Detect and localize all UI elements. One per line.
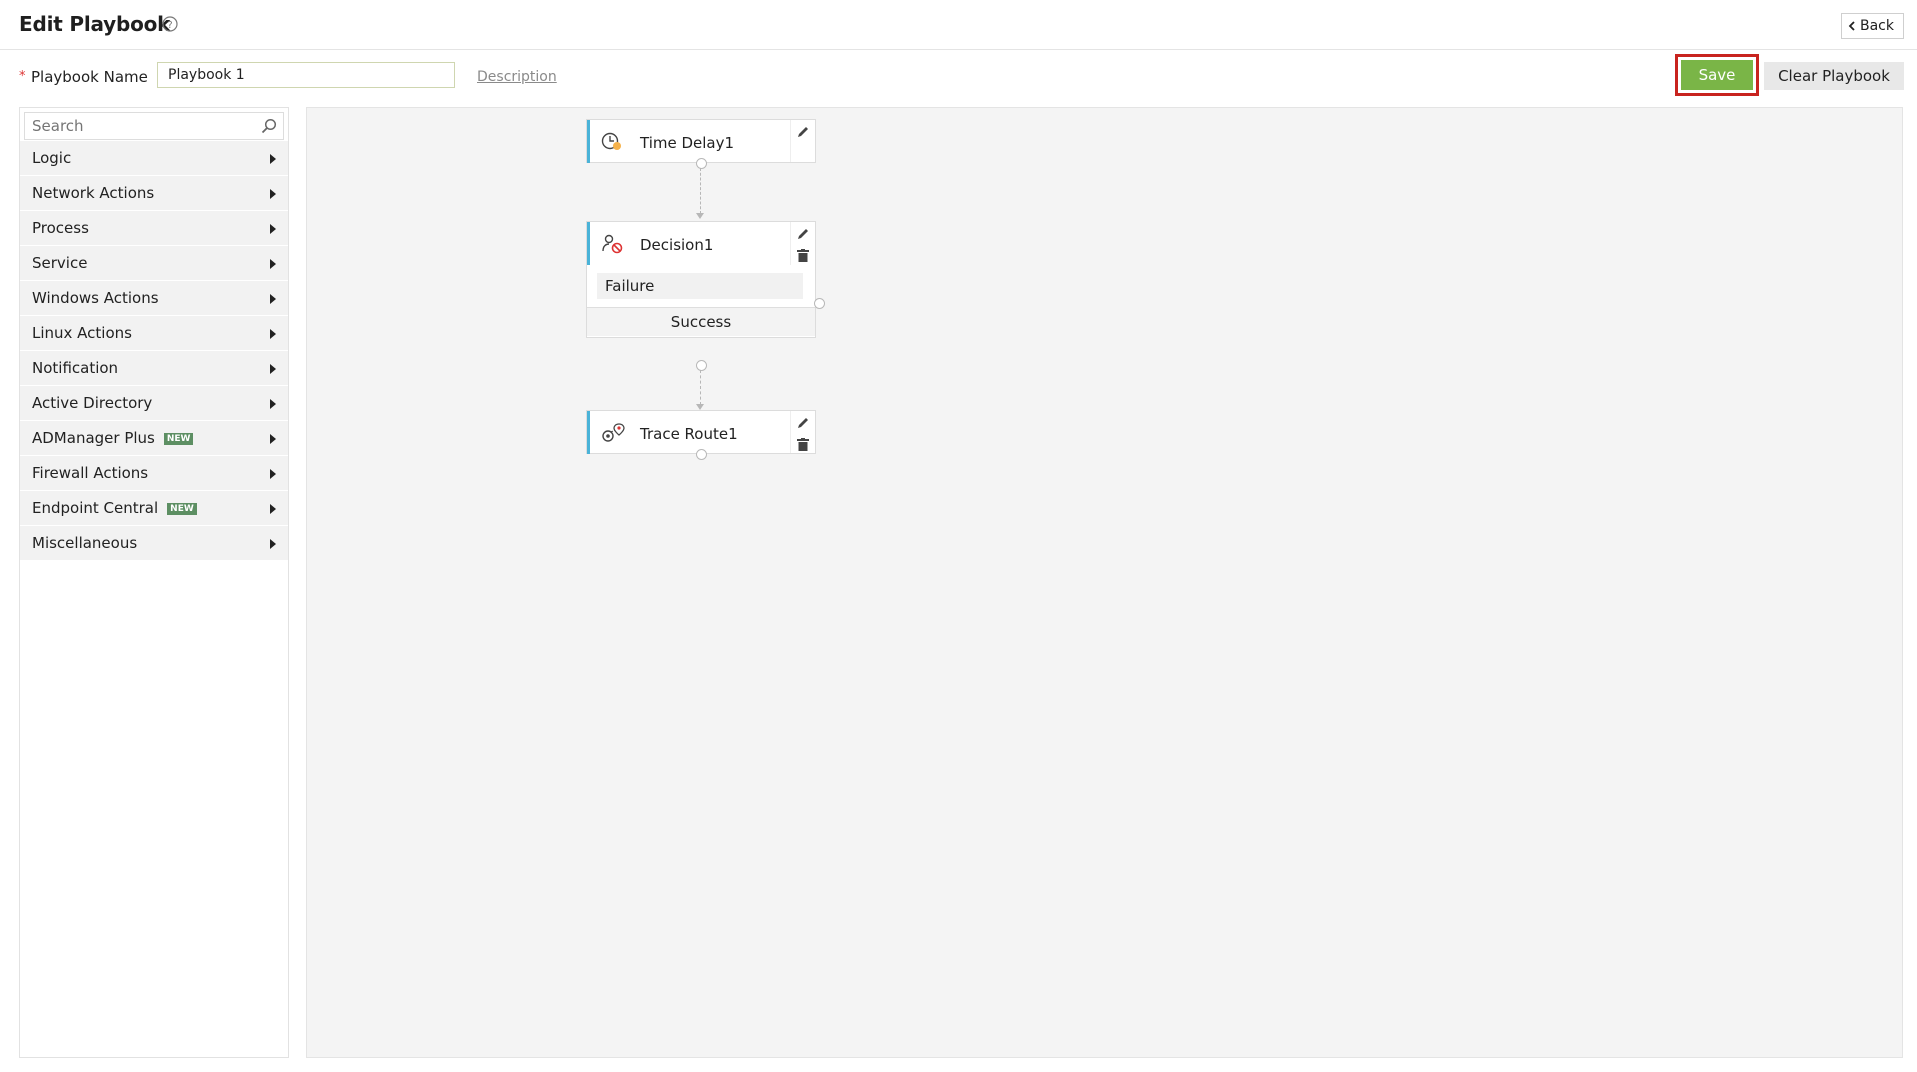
playbook-name-row: * Playbook Name Description bbox=[0, 52, 1917, 102]
caret-right-icon bbox=[270, 399, 276, 409]
category-label: Process bbox=[32, 219, 89, 237]
category-label: Notification bbox=[32, 359, 119, 377]
back-label: Back bbox=[1860, 18, 1894, 34]
node-tools bbox=[790, 222, 815, 265]
category-service[interactable]: Service bbox=[20, 246, 288, 281]
category-windows-actions[interactable]: Windows Actions bbox=[20, 281, 288, 316]
node-label: Trace Route1 bbox=[640, 425, 738, 443]
workflow-node-time-delay[interactable]: Time Delay1 bbox=[586, 119, 816, 163]
failure-branch: Failure bbox=[597, 273, 803, 299]
category-label: Miscellaneous bbox=[32, 534, 138, 552]
caret-right-icon bbox=[270, 469, 276, 479]
node-output-port[interactable] bbox=[696, 449, 707, 460]
caret-right-icon bbox=[270, 224, 276, 234]
category-logic[interactable]: Logic bbox=[20, 141, 288, 176]
category-active-directory[interactable]: Active Directory bbox=[20, 386, 288, 421]
clear-playbook-button[interactable]: Clear Playbook bbox=[1764, 62, 1904, 90]
actions-sidebar: Logic Network Actions Process Service Wi… bbox=[19, 107, 289, 1058]
page-title: Edit Playbook bbox=[19, 12, 171, 36]
category-label: Network Actions bbox=[32, 184, 155, 202]
category-miscellaneous[interactable]: Miscellaneous bbox=[20, 526, 288, 561]
node-label: Decision1 bbox=[640, 236, 714, 254]
svg-text:?: ? bbox=[167, 20, 172, 31]
edit-icon[interactable] bbox=[796, 227, 810, 241]
new-badge: NEW bbox=[163, 432, 194, 445]
category-linux-actions[interactable]: Linux Actions bbox=[20, 316, 288, 351]
category-label: ADManager Plus bbox=[32, 429, 155, 447]
search-box bbox=[24, 112, 284, 140]
caret-right-icon bbox=[270, 154, 276, 164]
search-icon[interactable] bbox=[261, 118, 277, 134]
node-tools bbox=[790, 120, 815, 162]
category-label: Active Directory bbox=[32, 394, 153, 412]
playbook-name-input[interactable] bbox=[157, 62, 455, 88]
action-category-list: Logic Network Actions Process Service Wi… bbox=[20, 141, 288, 561]
caret-right-icon bbox=[270, 504, 276, 514]
node-header: Decision1 bbox=[587, 222, 815, 265]
node-output-port[interactable] bbox=[696, 158, 707, 169]
caret-right-icon bbox=[270, 539, 276, 549]
category-process[interactable]: Process bbox=[20, 211, 288, 246]
category-label: Linux Actions bbox=[32, 324, 132, 342]
category-label: Logic bbox=[32, 149, 72, 167]
page-header: Edit Playbook ? Back bbox=[0, 0, 1917, 50]
node-header: Time Delay1 bbox=[587, 120, 815, 163]
workflow-node-trace-route[interactable]: Trace Route1 bbox=[586, 410, 816, 454]
playbook-name-label: Playbook Name bbox=[31, 68, 148, 86]
category-label: Service bbox=[32, 254, 88, 272]
workflow-node-decision[interactable]: Decision1 Failure Success bbox=[586, 221, 816, 338]
caret-right-icon bbox=[270, 259, 276, 269]
caret-right-icon bbox=[270, 364, 276, 374]
category-network-actions[interactable]: Network Actions bbox=[20, 176, 288, 211]
connector-line bbox=[700, 168, 701, 214]
category-admanager-plus[interactable]: ADManager Plus NEW bbox=[20, 421, 288, 456]
connector-line bbox=[700, 370, 701, 405]
category-label: Endpoint Central bbox=[32, 499, 159, 517]
clock-icon bbox=[601, 132, 621, 150]
failure-output-port[interactable] bbox=[814, 298, 825, 309]
category-firewall-actions[interactable]: Firewall Actions bbox=[20, 456, 288, 491]
connector-arrow-icon bbox=[696, 213, 704, 219]
playbook-canvas[interactable]: Time Delay1 Decision1 Failure Success Tr… bbox=[306, 107, 1903, 1058]
new-badge: NEW bbox=[167, 502, 197, 515]
edit-icon[interactable] bbox=[796, 416, 810, 430]
save-button-highlight: Save bbox=[1675, 54, 1759, 96]
back-button[interactable]: Back bbox=[1841, 13, 1904, 39]
caret-right-icon bbox=[270, 329, 276, 339]
help-icon[interactable]: ? bbox=[161, 15, 179, 33]
category-label: Windows Actions bbox=[32, 289, 159, 307]
caret-right-icon bbox=[270, 434, 276, 444]
trash-icon[interactable] bbox=[797, 249, 809, 262]
search-input[interactable] bbox=[25, 113, 283, 139]
required-marker: * bbox=[19, 69, 26, 84]
category-endpoint-central[interactable]: Endpoint Central NEW bbox=[20, 491, 288, 526]
trace-route-icon bbox=[602, 423, 625, 442]
node-label: Time Delay1 bbox=[640, 134, 735, 152]
caret-right-icon bbox=[270, 294, 276, 304]
edit-icon[interactable] bbox=[796, 125, 810, 139]
description-link[interactable]: Description bbox=[477, 69, 557, 85]
success-branch: Success bbox=[587, 307, 815, 336]
trash-icon[interactable] bbox=[797, 438, 809, 451]
decision-icon bbox=[602, 234, 623, 254]
category-label: Firewall Actions bbox=[32, 464, 149, 482]
category-notification[interactable]: Notification bbox=[20, 351, 288, 386]
node-header: Trace Route1 bbox=[587, 411, 815, 454]
save-button[interactable]: Save bbox=[1681, 60, 1753, 90]
chevron-left-icon bbox=[1848, 21, 1855, 31]
caret-right-icon bbox=[270, 189, 276, 199]
success-output-port[interactable] bbox=[696, 360, 707, 371]
node-tools bbox=[790, 411, 815, 453]
